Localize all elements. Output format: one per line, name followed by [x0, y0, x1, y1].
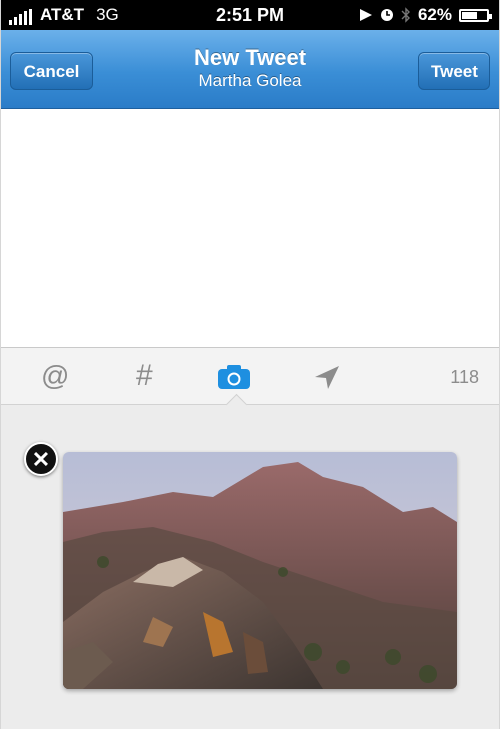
status-right: 62%	[359, 5, 492, 25]
tweet-text-area[interactable]	[1, 109, 499, 347]
remove-photo-button[interactable]: ✕	[24, 442, 58, 476]
status-bar: AT&T 3G 2:51 PM 62%	[1, 0, 499, 30]
at-mention-icon[interactable]: @	[41, 362, 69, 390]
mountain-photo-image	[63, 452, 457, 689]
account-name: Martha Golea	[198, 71, 302, 90]
camera-icon[interactable]	[217, 364, 251, 390]
cancel-button[interactable]: Cancel	[10, 52, 93, 90]
phone-screen: AT&T 3G 2:51 PM 62% Cancel New Tweet Mar…	[0, 0, 500, 729]
hashtag-icon[interactable]: #	[136, 361, 153, 391]
nav-bar: Cancel New Tweet Martha Golea Tweet	[1, 30, 499, 109]
location-arrow-icon	[359, 9, 372, 21]
battery-fill	[462, 11, 477, 19]
location-arrow-icon[interactable]	[313, 364, 341, 390]
page-title: New Tweet	[193, 45, 307, 70]
character-counter: 118	[450, 367, 479, 387]
alarm-clock-icon	[380, 9, 393, 21]
battery-percent: 62%	[417, 5, 452, 24]
tweet-button[interactable]: Tweet	[418, 52, 490, 90]
bluetooth-icon	[401, 7, 410, 23]
battery-icon	[459, 8, 492, 22]
nav-title-block: New Tweet Martha Golea	[121, 46, 379, 92]
compose-toolbar: @ # 118	[1, 347, 499, 405]
close-x-icon: ✕	[31, 447, 51, 472]
attached-photo[interactable]	[63, 452, 457, 689]
